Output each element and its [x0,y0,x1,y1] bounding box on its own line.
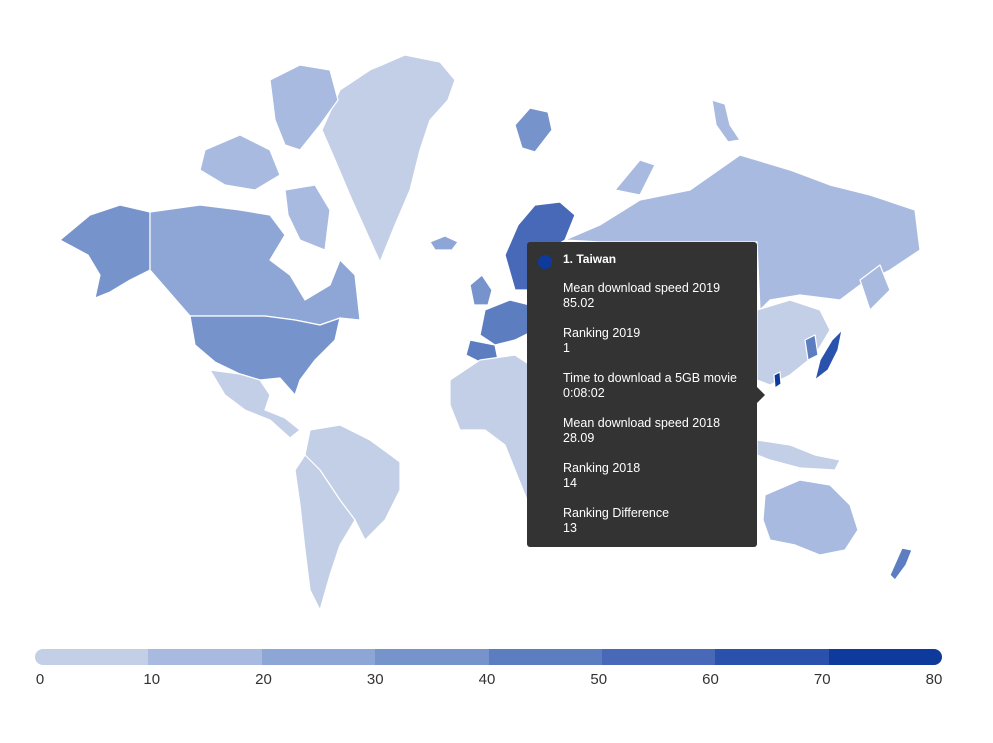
region-arctic-island[interactable] [711,99,741,143]
legend-tick-label: 0 [35,671,45,688]
tooltip-row-label: Mean download speed 2019 [563,281,721,295]
tooltip-row: Ranking 2019 1 [563,326,745,356]
tooltip-row-value: 14 [563,476,577,490]
region-russia-north[interactable] [614,159,656,196]
tooltip-row-value: 1 [563,341,570,355]
legend-tick-label: 30 [366,671,384,688]
tooltip-arrow [757,387,765,403]
legend-color-segment [601,649,716,665]
legend-color-segment [261,649,376,665]
region-greenland[interactable] [321,54,456,263]
region-korea[interactable] [804,334,819,361]
tooltip-row: Ranking 2018 14 [563,461,745,491]
color-legend-bar [35,649,942,665]
legend-color-segment [35,649,149,665]
tooltip-row-value: 13 [563,521,577,535]
tooltip-row-value: 85.02 [563,296,595,310]
region-canada-islands-3[interactable] [284,184,331,251]
legend-tick-label: 40 [478,671,496,688]
legend-tick-label: 10 [143,671,161,688]
legend-tick-label: 20 [255,671,272,688]
legend-color-segment [488,649,602,665]
region-australia[interactable] [762,479,859,556]
tooltip-row: Ranking Difference 13 [563,506,745,536]
tooltip-row: Mean download speed 2018 28.09 [563,416,745,446]
legend-tick-label: 70 [813,671,831,688]
region-new-zealand[interactable] [889,547,913,581]
tooltip-row: Mean download speed 2019 85.02 [563,281,745,311]
legend-tick-label: 80 [925,671,943,688]
tooltip-row-value: 0:08:02 [563,386,605,400]
region-taiwan[interactable] [773,371,782,389]
tooltip-title: 1. Taiwan [563,252,617,266]
region-se-asia[interactable] [756,439,841,471]
region-alaska[interactable] [59,204,151,299]
legend-color-segment [375,649,489,665]
tooltip-rows: Mean download speed 2019 85.02 Ranking 201… [563,281,745,536]
tooltip-row-label: Mean download speed 2018 [563,416,721,430]
world-map [59,54,921,611]
region-iceland[interactable] [429,235,459,251]
country-tooltip: 1. Taiwan Mean download speed 2019 85.02 R… [527,242,765,547]
legend-color-segment [715,649,829,665]
tooltip-row-label: Ranking Difference [563,506,670,520]
legend-tick-label: 50 [590,671,608,688]
tooltip-row-label: Ranking 2018 [563,461,641,475]
tooltip-row-label: Time to download a 5GB movie [563,371,737,385]
tooltip-color-dot [538,255,552,269]
tooltip-row-label: Ranking 2019 [563,326,641,340]
region-usa[interactable] [189,315,341,396]
legend-color-segment [828,649,942,665]
legend-tick-label: 60 [702,671,719,688]
region-svalbard[interactable] [514,107,553,153]
tooltip-row-value: 28.09 [563,431,595,445]
region-uk[interactable] [469,274,493,306]
legend-color-segment [148,649,262,665]
tooltip-row: Time to download a 5GB movie 0:08:02 [563,371,745,401]
region-canada-islands-2[interactable] [199,134,281,191]
